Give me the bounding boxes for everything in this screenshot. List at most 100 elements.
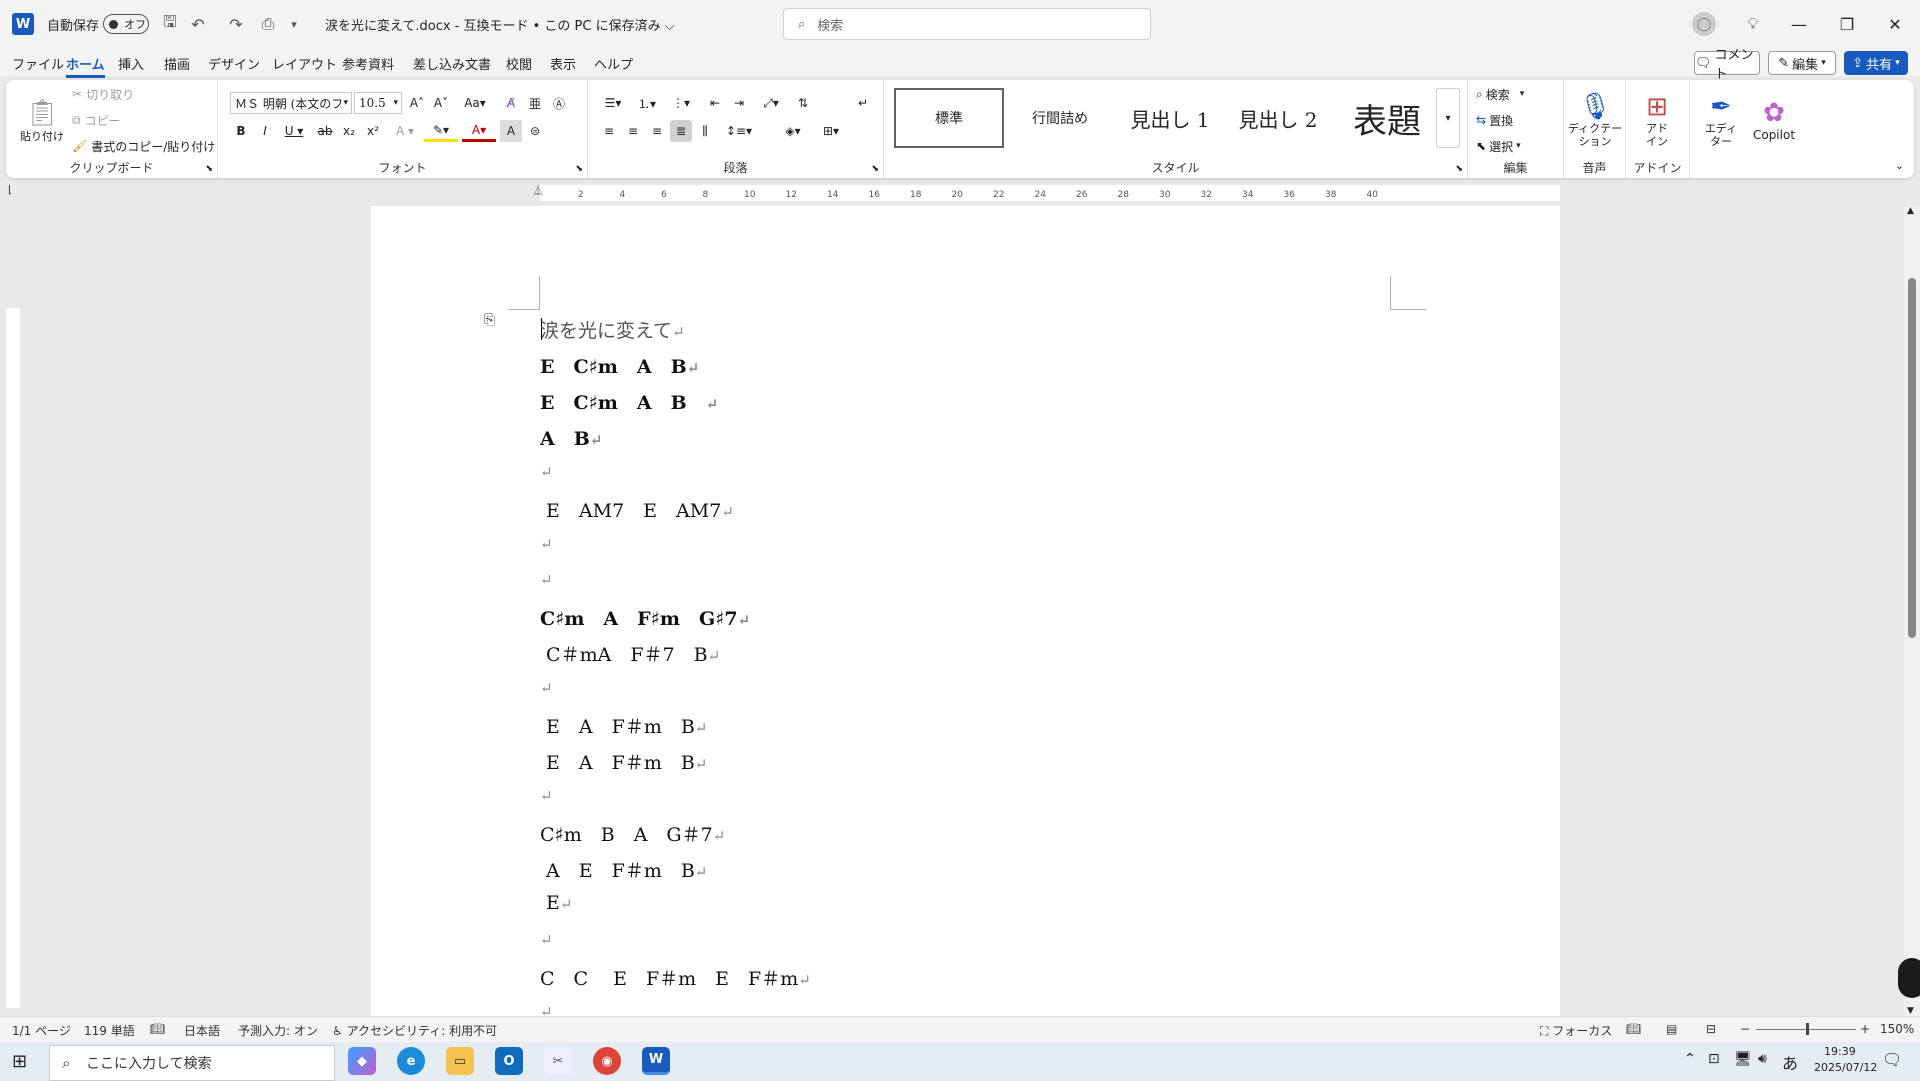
text-effects-icon[interactable]: A ▾ [390,120,420,142]
font-size-combo[interactable]: 10.5 ▾ [354,92,402,114]
doc-line[interactable]: ↵ [540,928,553,950]
tab-design[interactable]: デザイン [208,54,260,73]
redo-icon[interactable]: ↷ [226,0,246,48]
tab-draw[interactable]: 描画 [164,54,190,73]
dialog-launcher-icon[interactable]: ⬊ [871,164,879,174]
cut-button[interactable]: ✂ 切り取り [72,84,134,104]
print-layout-icon[interactable]: ▤ [1666,1022,1677,1036]
volume-icon[interactable]: 🔊︎ [1758,1051,1767,1067]
chrome-icon[interactable]: ◉ [593,1047,621,1075]
share-button[interactable]: ⇪ 共有 ▾ [1844,51,1908,75]
doc-line[interactable]: E AM7 E AM7↵ [540,496,734,523]
windows-start-icon[interactable]: ⊞ [12,1051,27,1072]
highlight-color-icon[interactable]: ✎▾ [424,120,458,142]
doc-line[interactable]: E↵ [540,892,572,914]
doc-line[interactable]: C C E F＃m E F＃m↵ [540,964,811,991]
doc-line[interactable]: ↵ [540,784,553,806]
shrink-font-icon[interactable]: A˅ [430,92,452,114]
web-layout-icon[interactable]: ⊟ [1706,1022,1716,1036]
tab-file[interactable]: ファイル [12,54,64,73]
justify-icon[interactable]: ≣ [670,120,692,142]
dialog-launcher-icon[interactable]: ⬊ [1455,164,1463,174]
meet-now-icon[interactable]: ⊡ [1708,1051,1720,1067]
show-formatting-icon[interactable]: ↵ [852,92,874,114]
change-case-icon[interactable]: Aa▾ [458,92,492,114]
predictive-input[interactable]: 予測入力: オン [238,1022,318,1039]
doc-line[interactable]: C♯m A F♯m G♯7↵ [540,604,750,631]
align-right-icon[interactable]: ≡ [646,120,668,142]
scroll-down-icon[interactable]: ▼ [1907,1006,1914,1016]
tab-review[interactable]: 校閲 [506,54,532,73]
zoom-out-icon[interactable]: − [1740,1022,1750,1036]
style-normal[interactable]: 標準 [894,88,1004,148]
style-title[interactable]: 表題 [1332,88,1442,148]
doc-line[interactable]: ↵ [540,1000,553,1016]
vertical-scrollbar[interactable]: ▲ ▼ [1904,206,1920,1016]
horizontal-ruler[interactable]: ⌊ 2 4 6 8 10 12 14 16 18 20 22 24 26 28 30 32 34 36 38 40 ⏅ [0,182,1920,204]
superscript-icon[interactable]: x² [362,120,384,142]
bold-icon[interactable]: B [230,120,252,142]
doc-line[interactable]: A E F＃m B↵ [540,856,707,883]
tab-view[interactable]: 表示 [550,54,576,73]
text-direction-icon[interactable]: ⤢▾ [756,92,786,114]
edit-mode-button[interactable]: ✎ 編集 ▾ [1768,51,1836,75]
increase-indent-icon[interactable]: ⇥ [728,92,750,114]
doc-line[interactable]: ↵ [540,460,553,482]
lightbulb-icon[interactable]: 💡︎ [1742,0,1764,48]
document-title[interactable]: 涙を光に変えて.docx - 互換モード • この PC に保存済み ⌵ [325,0,675,48]
phonetic-guide-icon[interactable]: 亜 [524,92,546,114]
style-heading-1[interactable]: 見出し 1 [1116,88,1224,148]
account-avatar-icon[interactable]: ◯ [1692,12,1716,36]
doc-line[interactable]: A B↵ [540,424,602,451]
tab-layout[interactable]: レイアウト [272,54,337,73]
doc-line[interactable]: C＃mA F＃7 B↵ [540,640,720,667]
scroll-up-icon[interactable]: ▲ [1907,206,1914,216]
strikethrough-icon[interactable]: ab [314,120,336,142]
paragraph-options-icon[interactable]: ⎘ [484,312,495,328]
clock-date[interactable]: 2025/07/12 [1814,1061,1877,1074]
styles-gallery-more-icon[interactable]: ▾ [1436,88,1460,148]
character-shading-icon[interactable]: A [500,120,522,142]
doc-line[interactable]: ↵ [540,568,553,590]
numbering-icon[interactable]: ⒈▾ [632,92,662,114]
dialog-launcher-icon[interactable]: ⬊ [575,164,583,174]
clear-formatting-icon[interactable]: A̸ [500,92,522,114]
language[interactable]: 日本語 [184,1022,220,1039]
font-name-combo[interactable]: ＭＳ 明朝 (本文のフ ▾ [230,92,352,114]
notification-icon[interactable]: 🗨︎ [1882,1050,1902,1069]
doc-line[interactable]: E C♯m A B↵ [540,352,699,379]
distributed-icon[interactable]: ⫼ [694,120,716,142]
copy-button[interactable]: ⧉ コピー [72,110,121,130]
underline-icon[interactable]: U ▾ [278,120,310,142]
tray-overflow-icon[interactable]: ⌃ [1684,1051,1696,1067]
tab-references[interactable]: 参考資料 [342,54,394,73]
borders-icon[interactable]: ⊞▾ [814,120,848,142]
italic-icon[interactable]: I [254,120,276,142]
bullets-icon[interactable]: ☰▾ [598,92,628,114]
style-no-spacing[interactable]: 行間詰め [1006,88,1114,148]
doc-line[interactable]: E A F＃m B↵ [540,748,707,775]
line-spacing-icon[interactable]: ↕≡▾ [722,120,756,142]
indent-marker-icon[interactable]: ⏅ [533,182,543,197]
minimize-icon[interactable]: — [1776,0,1822,48]
word-taskbar-icon[interactable]: W [642,1047,670,1075]
doc-line[interactable]: C♯m B A G＃7↵ [540,820,725,847]
comment-button[interactable]: 🗨︎ コメント [1694,48,1760,82]
editor-button[interactable]: ✒ エディ ター [1696,84,1746,156]
network-icon[interactable]: 🖥︎ [1734,1051,1752,1067]
sort-icon[interactable]: ⇅ [792,92,814,114]
close-icon[interactable]: ✕ [1872,0,1918,48]
tab-selector-icon[interactable]: ⌊ [8,185,12,196]
select-button[interactable]: ⬉ 選択 ▾ [1476,136,1521,156]
copilot-app-icon[interactable]: ◆ [348,1047,376,1075]
replace-button[interactable]: ⇆ 置換 [1476,110,1513,130]
doc-line[interactable]: 涙を光に変えて↵ [540,316,685,343]
snipping-tool-icon[interactable]: ✂ [544,1047,572,1075]
dictate-button[interactable]: 🎙︎ ディクテー ション [1568,84,1622,156]
dialog-launcher-icon[interactable]: ⬊ [205,164,213,174]
multilevel-list-icon[interactable]: ⋮▾ [666,92,696,114]
tab-home[interactable]: ホーム [66,54,105,78]
search-box[interactable]: ⌕ 検索 [783,8,1151,40]
find-button[interactable]: ⌕ 検索 ▾ [1476,84,1524,104]
outlook-icon[interactable]: O [495,1047,523,1075]
